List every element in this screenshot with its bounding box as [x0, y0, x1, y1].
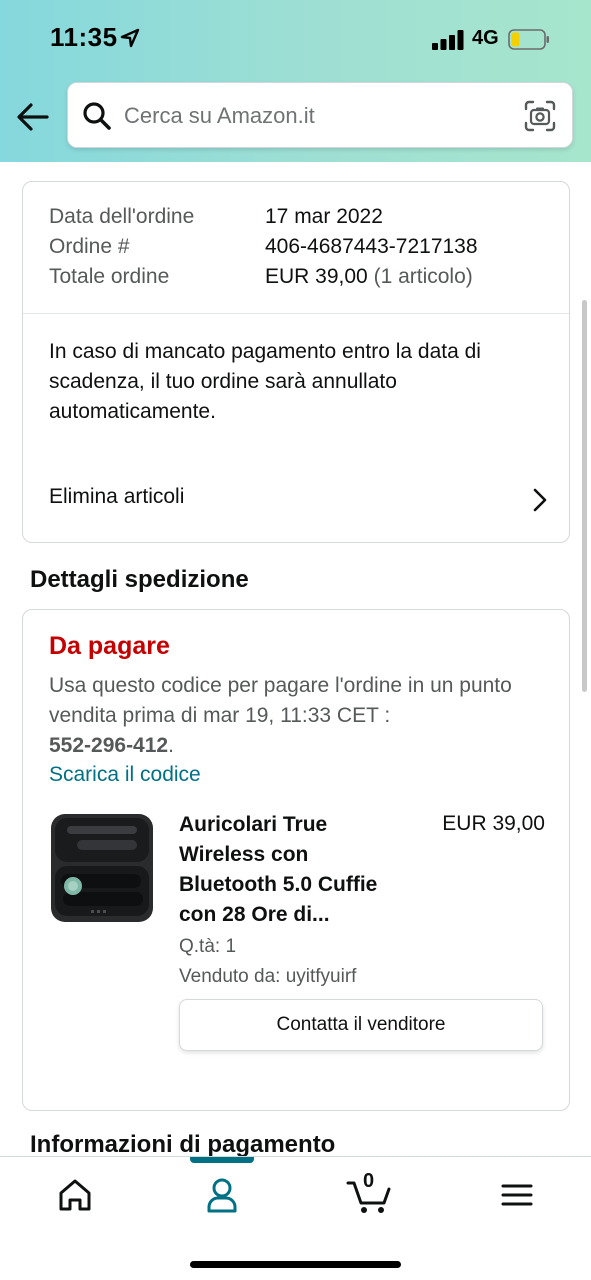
order-total-amount: EUR 39,00: [265, 265, 368, 288]
nav-profile[interactable]: [197, 1173, 247, 1217]
order-summary-card: Data dell'ordine 17 mar 2022 Ordine # 40…: [22, 181, 570, 543]
product-price: EUR 39,00: [442, 812, 545, 835]
location-arrow-icon: [120, 28, 140, 48]
order-total-value: EUR 39,00 (1 articolo): [265, 265, 473, 289]
bottom-nav: 0: [0, 1156, 591, 1280]
product-title[interactable]: Auricolari True Wireless con Bluetooth 5…: [179, 810, 409, 930]
cart-count: 0: [363, 1170, 375, 1192]
nav-home[interactable]: [50, 1173, 100, 1217]
shipping-card: Da pagare Usa questo codice per pagare l…: [22, 609, 570, 1111]
status-bar: 11:35 4G: [0, 0, 591, 80]
order-date-value: 17 mar 2022: [265, 205, 383, 228]
order-number-label: Ordine #: [49, 235, 130, 258]
product-quantity: Q.tà: 1: [179, 936, 237, 957]
payment-info-title: Informazioni di pagamento: [30, 1131, 336, 1158]
home-indicator: [190, 1261, 401, 1268]
payment-code: 552-296-412: [49, 734, 169, 757]
camera-scan-icon[interactable]: [524, 100, 556, 132]
back-arrow-icon[interactable]: [16, 100, 50, 134]
instructions-text: Usa questo codice per pagare l'ordine in…: [49, 674, 512, 727]
cancellation-notice: In caso di mancato pagamento entro la da…: [49, 340, 481, 423]
contact-seller-button[interactable]: Contatta il venditore: [179, 999, 543, 1051]
order-total-label: Totale ordine: [49, 265, 170, 288]
chevron-right-icon: [533, 488, 547, 512]
code-suffix: .: [168, 734, 174, 757]
payment-instructions: Usa questo codice per pagare l'ordine in…: [49, 671, 549, 761]
shipping-details-title: Dettagli spedizione: [30, 566, 249, 593]
order-date-label: Data dell'ordine: [49, 205, 195, 228]
divider: [23, 313, 569, 314]
delete-items-row[interactable]: Elimina articoli: [23, 470, 569, 530]
header: 11:35 4G: [0, 0, 591, 162]
payment-status: Da pagare: [49, 632, 170, 660]
status-time: 11:35: [50, 22, 118, 52]
menu-icon: [501, 1184, 533, 1206]
search-bar[interactable]: [67, 82, 573, 148]
delete-items-label: Elimina articoli: [49, 485, 185, 508]
scrollbar[interactable]: [582, 300, 587, 692]
order-total-items: (1 articolo): [373, 265, 473, 288]
download-code-link[interactable]: Scarica il codice: [49, 763, 201, 787]
battery-icon: [508, 29, 549, 50]
profile-icon: [207, 1178, 237, 1213]
search-input[interactable]: [124, 97, 504, 135]
product-image[interactable]: [49, 810, 155, 928]
nav-menu[interactable]: [492, 1173, 542, 1217]
signal-icon: [432, 30, 464, 50]
network-type: 4G: [472, 27, 499, 49]
product-seller: Venduto da: uyitfyuirf: [179, 966, 357, 987]
active-tab-indicator: [190, 1157, 254, 1163]
search-icon: [83, 102, 111, 130]
home-icon: [59, 1179, 91, 1211]
nav-cart[interactable]: 0: [345, 1170, 395, 1217]
order-number-value: 406-4687443-7217138: [265, 235, 478, 258]
